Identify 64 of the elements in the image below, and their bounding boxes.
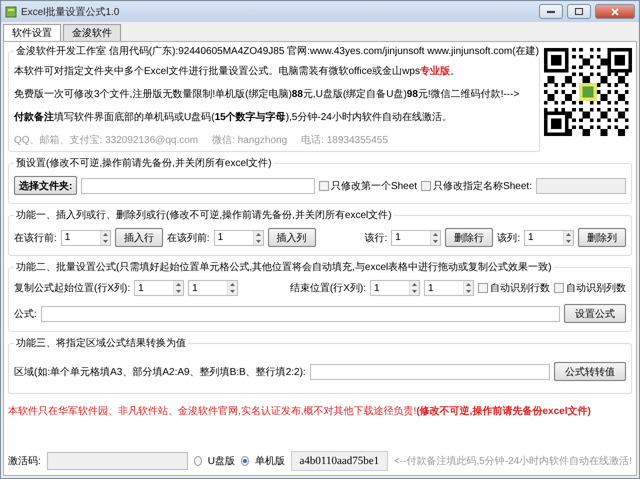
hint-text: <--付款备注填此码,5分钟-24小时内软件自动在线激活! (394, 454, 632, 468)
field-label: 区域(如:单个单元格填A3、部分填A2:A9、整列填B:B、整行填2:2): (14, 366, 306, 378)
field-label: 在该列前: (166, 232, 210, 244)
window-title: Excel批量设置公式1.0 (21, 6, 120, 18)
number-spinner[interactable]: 1 (524, 230, 574, 246)
number-spinner[interactable]: 1 (60, 230, 111, 246)
tab[interactable]: 金浚软件 (63, 24, 121, 41)
panel-title: 功能三、将指定区域公式结果转换为值 (15, 336, 187, 350)
action-button[interactable]: 删除列 (578, 228, 626, 247)
action-button[interactable]: 删除行 (445, 228, 494, 247)
number-spinner[interactable]: 1 (134, 280, 184, 296)
field-label: 该行: (364, 232, 388, 244)
maximize-icon (575, 8, 583, 15)
convert-button[interactable]: 公式转转值 (554, 362, 626, 381)
minimize-button[interactable] (539, 4, 563, 19)
field-label: 结束位置(行X列): (290, 282, 366, 295)
checkbox[interactable] (478, 283, 488, 293)
info-title: 金浚软件开发工作室 信用代码(广东):92440605MA4ZO49J85 官网:www.43yes.com/jinjunsoft www.jinjunsoft.com(在建) (15, 44, 540, 58)
folder-field[interactable] (81, 178, 315, 194)
set-formula-button[interactable]: 设置公式 (564, 304, 626, 323)
radio-button[interactable] (194, 456, 202, 466)
info-text: 免费版一次可修改3个文件,注册版无数量限制!单机版(绑定电脑)88元,U盘版(绑定自备U盘)98元!微信二维码付款!---> (14, 88, 520, 101)
checkbox-label: 自动识别行数 (490, 282, 550, 295)
maximize-button[interactable] (567, 4, 591, 19)
choose-folder-button[interactable]: 选择文件夹: (14, 176, 78, 195)
tab[interactable]: 软件设置 (3, 24, 61, 41)
field-label: 激活码: (8, 455, 41, 468)
checkbox-label: 自动识别列数 (566, 282, 626, 295)
checkbox[interactable] (318, 180, 329, 190)
checkbox[interactable] (554, 283, 564, 293)
minimize-icon (547, 10, 555, 13)
contact-text: 微信: hangzhong (212, 134, 288, 147)
close-button[interactable] (595, 4, 635, 19)
range-field[interactable] (310, 364, 550, 380)
number-spinner[interactable]: 1 (188, 280, 238, 296)
app-icon (5, 6, 17, 18)
field-label: 复制公式起始位置(行X列): (14, 282, 130, 295)
panel-title: 功能一、插入列或行、删除列或行(修改不可逆,操作前请先备份,并关闭所有excel文件) (15, 208, 393, 222)
radio-label: 单机版 (254, 454, 285, 468)
info-text: 本软件可对指定文件夹中多个Excel文件进行批量设置公式。电脑需装有微软office或金山wps专业版。 (14, 64, 461, 78)
field-label: 该列: (497, 232, 520, 244)
field-label: 在该行前: (14, 232, 57, 244)
number-spinner[interactable]: 1 (370, 280, 420, 296)
number-spinner[interactable]: 1 (424, 280, 474, 296)
formula-field[interactable] (40, 306, 560, 322)
action-button[interactable]: 插入列 (268, 228, 316, 247)
close-icon (611, 8, 619, 16)
activation-code-field[interactable] (46, 452, 188, 470)
contact-text: 电话: 18934355455 (301, 134, 388, 147)
machine-code-field: a4b0110aad75be1 (290, 451, 388, 471)
contact-text: QQ、邮箱、支付宝: 332092136@qq.com (14, 134, 198, 147)
number-spinner[interactable]: 1 (214, 230, 264, 246)
info-text: 付款备注填写软件界面底部的单机码或U盘码(15个数字与字母),5分钟-24小时内软件自动在线激活。 (14, 110, 453, 124)
warning-text: 本软件只在华军软件园、非凡软件站、金浚软件官网,实名认证发布,概不对其他下载途径负责!(修改不可逆,操作前请先备份excel文件) (8, 404, 592, 418)
panel-title: 预设置(修改不可逆,操作前请先备份,并关闭所有excel文件) (15, 156, 273, 170)
checkbox-label: 只修改指定名称Sheet: (433, 180, 532, 192)
radio-label: U盘版 (208, 455, 235, 468)
checkbox-label: 只修改第一个Sheet (330, 180, 418, 192)
action-button[interactable]: 插入行 (114, 228, 163, 247)
field-label: 公式: (14, 308, 37, 320)
radio-button[interactable] (240, 456, 249, 466)
checkbox[interactable] (421, 180, 432, 190)
panel-title: 功能二、批量设置公式(只需填好起始位置单元格公式,其他位置将会自动填充,与excel表格中进行拖动或复制公式效果一致) (15, 260, 553, 274)
number-spinner[interactable]: 1 (391, 230, 442, 246)
